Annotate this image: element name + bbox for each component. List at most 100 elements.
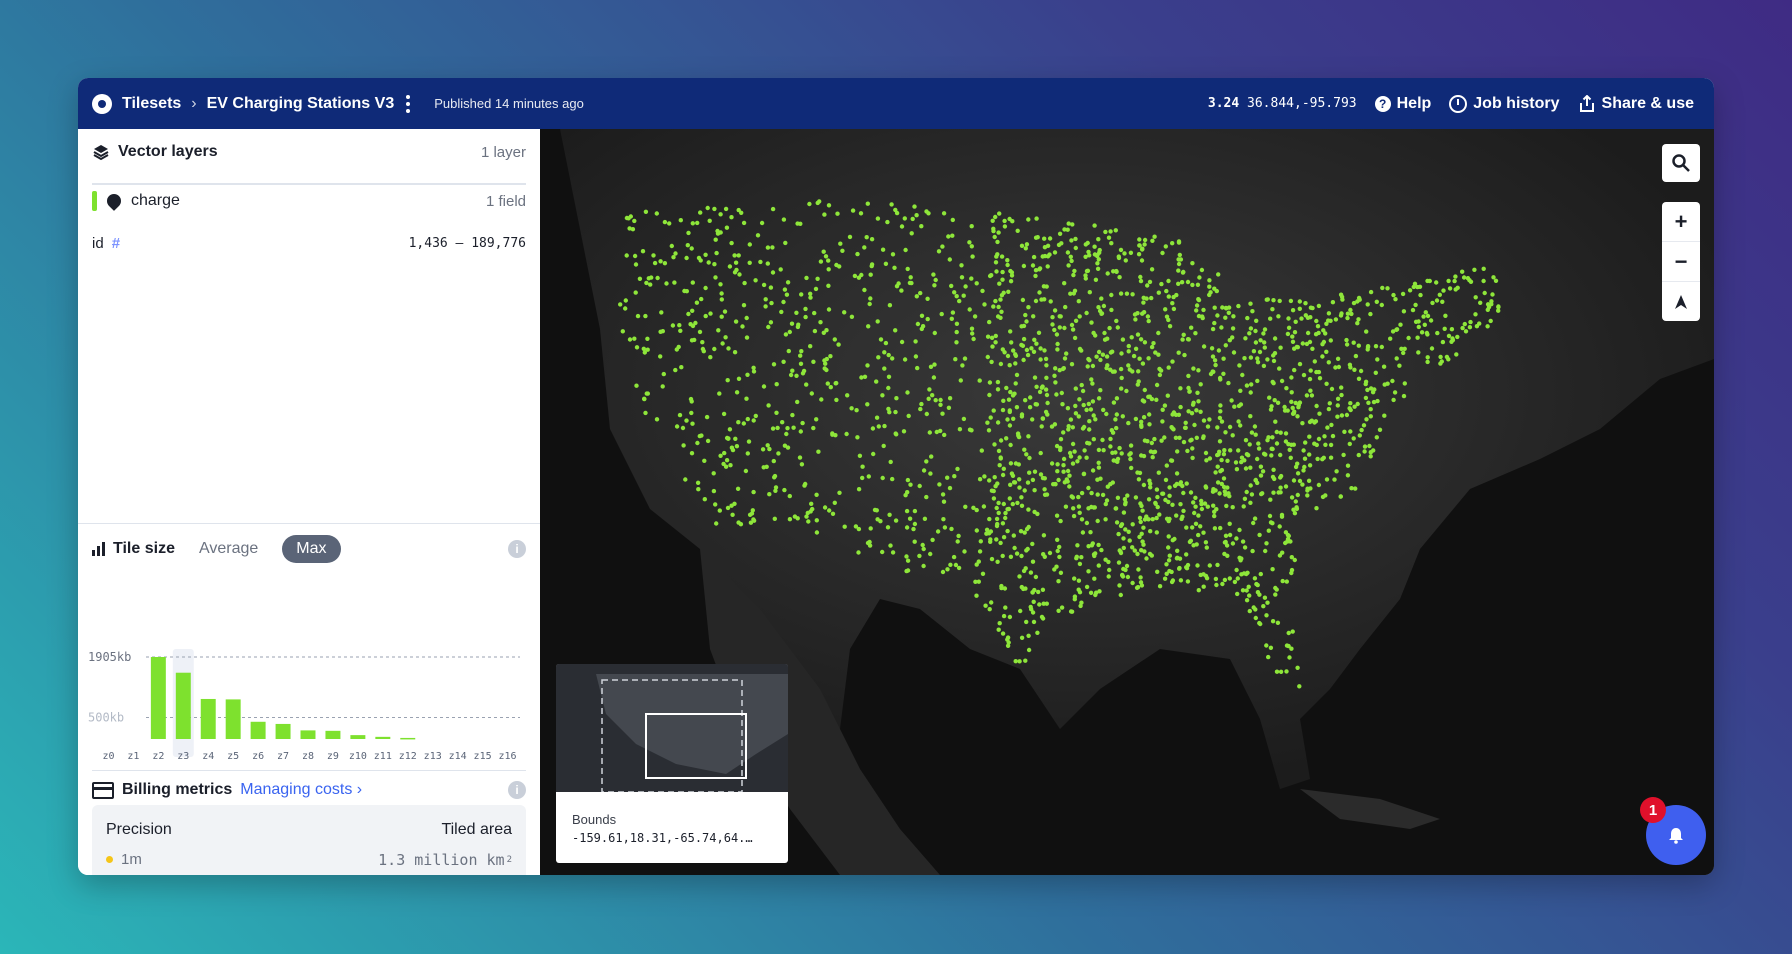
station-point [1056, 579, 1061, 584]
station-point [1002, 224, 1008, 229]
question-icon: ? [1374, 95, 1391, 112]
station-point [1197, 275, 1202, 280]
station-point [814, 492, 819, 497]
station-point [1410, 307, 1416, 313]
station-point [1317, 411, 1322, 416]
info-icon[interactable]: i [508, 540, 526, 558]
station-point [1054, 392, 1059, 397]
more-options-icon[interactable] [406, 94, 411, 113]
tab-max[interactable]: Max [282, 535, 341, 563]
station-point [940, 244, 945, 249]
zoom-in-button[interactable]: + [1662, 202, 1700, 242]
station-point [1201, 530, 1206, 535]
station-point [1437, 292, 1442, 297]
station-point [941, 499, 947, 504]
bounds-label: Bounds [572, 812, 617, 827]
station-point [1176, 350, 1181, 355]
station-point [921, 468, 927, 473]
station-point [1351, 340, 1356, 345]
help-button[interactable]: ? Help [1374, 95, 1431, 113]
breadcrumb-tilesets[interactable]: Tilesets [122, 95, 181, 113]
station-point [1191, 366, 1196, 371]
station-point [1212, 526, 1218, 531]
station-point [1126, 343, 1131, 349]
station-point [920, 542, 925, 548]
layer-item-charge[interactable]: charge 1 field [92, 191, 526, 211]
mapbox-logo-icon[interactable] [92, 93, 112, 114]
station-point [958, 378, 963, 383]
station-point [723, 464, 729, 469]
station-point [742, 280, 747, 286]
station-point [886, 352, 891, 358]
station-point [947, 257, 952, 262]
map-canvas[interactable]: + − Bounds -159.61,18.31,-65.74,64.… 1 [540, 129, 1714, 875]
station-point [724, 458, 730, 463]
station-point [1199, 498, 1204, 504]
station-point [1093, 592, 1098, 598]
precision-value-group: 1m [106, 851, 142, 868]
station-point [902, 216, 907, 221]
station-point [992, 442, 997, 447]
station-point [714, 521, 719, 526]
station-point [1297, 684, 1302, 689]
station-point [996, 230, 1001, 235]
station-point [1022, 447, 1027, 452]
station-point [834, 397, 839, 403]
station-point [1276, 490, 1281, 495]
station-point [827, 508, 832, 513]
station-point [960, 363, 965, 368]
station-point [1155, 569, 1160, 574]
station-point [956, 565, 962, 571]
share-button[interactable]: Share & use [1578, 94, 1694, 113]
station-point [1261, 331, 1266, 336]
station-point [684, 255, 689, 261]
tiled-area-label: Tiled area [441, 821, 512, 838]
station-point [1164, 463, 1169, 468]
station-point [847, 234, 853, 240]
station-point [1086, 401, 1091, 407]
zoom-out-button[interactable]: − [1662, 242, 1700, 282]
station-point [1262, 340, 1267, 345]
managing-costs-link[interactable]: Managing costs › [240, 781, 362, 799]
station-point [1195, 282, 1201, 287]
station-point [969, 244, 974, 249]
compass-button[interactable] [1662, 282, 1700, 321]
billing-info-icon[interactable]: i [508, 781, 526, 799]
station-point [652, 260, 658, 266]
minimap[interactable]: Bounds -159.61,18.31,-65.74,64.… [556, 664, 788, 863]
station-point [1302, 456, 1308, 461]
station-point [1193, 331, 1198, 336]
station-point [1308, 305, 1314, 310]
station-point [991, 304, 996, 309]
job-history-label: Job history [1473, 94, 1560, 112]
station-point [1336, 364, 1342, 370]
field-item-id[interactable]: id # 1,436 – 189,776 [92, 235, 526, 252]
station-point [1052, 567, 1057, 572]
station-point [967, 427, 973, 432]
tick-label-z11: z11 [374, 751, 392, 762]
billing-metrics-panel: Precision Tiled area 1m 1.3 million km 2 [92, 805, 526, 875]
station-point [1038, 346, 1043, 351]
station-point [1398, 322, 1403, 327]
station-point [1390, 378, 1395, 384]
station-point [1142, 549, 1147, 554]
job-history-button[interactable]: Job history [1449, 94, 1560, 113]
station-point [1196, 532, 1201, 538]
station-point [1247, 593, 1252, 598]
minimap-image[interactable] [556, 664, 788, 792]
search-button[interactable] [1662, 144, 1700, 182]
station-point [1073, 411, 1079, 416]
station-point [1123, 567, 1128, 573]
station-point [618, 302, 623, 307]
station-point [1042, 297, 1047, 302]
station-point [1160, 419, 1165, 424]
station-point [1271, 467, 1276, 472]
station-point [909, 280, 914, 286]
notifications-button[interactable]: 1 [1640, 797, 1706, 865]
station-point [993, 340, 998, 345]
station-point [798, 353, 803, 358]
station-point [760, 447, 766, 452]
tab-average[interactable]: Average [185, 535, 272, 563]
station-point [1165, 393, 1170, 398]
station-point [1142, 242, 1147, 247]
